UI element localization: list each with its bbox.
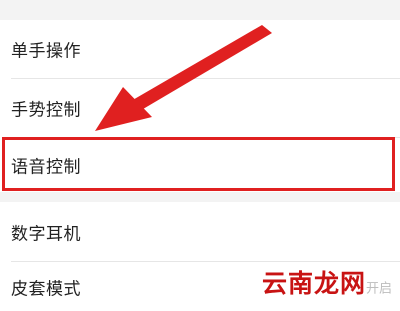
section-gap [0,192,400,202]
settings-item-digital-earphone[interactable]: 数字耳机 [0,203,400,261]
settings-screen: 单手操作 手势控制 语音控制 数字耳机 皮套模式 开启 云南龙网 [0,0,400,311]
voice-control-highlight-box [2,137,395,191]
settings-item-label: 手势控制 [11,100,81,121]
top-section-gap [0,0,400,20]
settings-item-gesture-control[interactable]: 手势控制 [0,79,400,137]
settings-item-label: 单手操作 [11,41,81,62]
settings-item-label: 数字耳机 [11,224,81,245]
cover-mode-state: 开启 [365,281,392,296]
settings-item-label: 皮套模式 [11,279,81,299]
watermark-text: 云南龙网 [262,269,367,298]
settings-item-one-handed[interactable]: 单手操作 [0,20,400,78]
